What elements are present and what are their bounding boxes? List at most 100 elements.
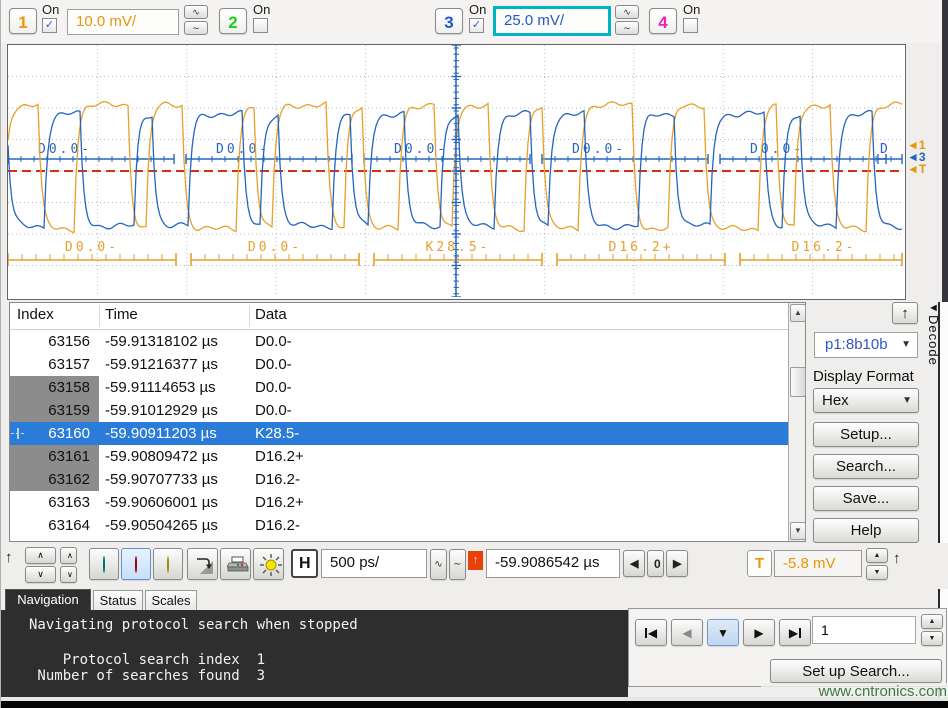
table-row[interactable]: 63161-59.90809472 µsD16.2+	[10, 445, 788, 468]
first-result-button[interactable]: ◀	[635, 619, 667, 646]
count-up-icon[interactable]: ▲	[921, 614, 943, 629]
help-button[interactable]: Help	[813, 518, 919, 543]
channel-3-on-label: On	[469, 2, 486, 17]
single-button[interactable]	[153, 548, 183, 580]
table-row[interactable]: 63159-59.91012929 µsD0.0-	[10, 399, 788, 422]
trigger-level-spinner[interactable]: ▲ ▼	[866, 548, 888, 580]
channel-1-scale-spinner[interactable]: ∿∼	[184, 5, 208, 37]
setup-search-button[interactable]: Set up Search...	[770, 659, 942, 683]
trigger-position-icon[interactable]: ↑	[468, 551, 483, 570]
scale-up-icon[interactable]: ∿	[184, 5, 208, 19]
table-scrollbar[interactable]: ▲ ▼	[788, 303, 805, 541]
adjust-down-icon[interactable]: ∨	[25, 566, 56, 583]
channel-3-scale-field[interactable]: 25.0 mV/	[493, 6, 611, 36]
channel-2-on-checkbox[interactable]	[253, 18, 268, 33]
scale-up-icon[interactable]: ∿	[615, 5, 639, 19]
run-button[interactable]	[89, 548, 119, 580]
channel-3-on-checkbox[interactable]: ✓	[469, 18, 484, 33]
last-result-button[interactable]: ▶	[779, 619, 811, 646]
coarse-adjust-spinner[interactable]: ∧ ∨	[25, 547, 56, 583]
table-cell: -59.90504265 µs	[105, 514, 218, 537]
zoom-out-time-icon[interactable]: ∼	[449, 549, 466, 580]
delay-right-button[interactable]: ▶	[666, 550, 688, 577]
table-row[interactable]: 63157-59.91216377 µsD0.0-	[10, 353, 788, 376]
adjust-up-icon[interactable]: ∧	[25, 547, 56, 564]
adjust-down-icon[interactable]: ∨	[60, 566, 77, 583]
fine-adjust-spinner[interactable]: ∧ ∨	[60, 547, 77, 583]
scale-down-icon[interactable]: ∼	[615, 21, 639, 35]
scale-down-icon[interactable]: ∼	[184, 21, 208, 35]
print-button[interactable]	[220, 548, 251, 580]
search-index-field[interactable]: 1	[812, 616, 916, 644]
svg-text:D: D	[880, 142, 891, 157]
level-down-icon[interactable]: ▼	[866, 565, 888, 580]
next-result-button[interactable]: ▶	[743, 619, 775, 646]
channel-1-button[interactable]: 1	[9, 8, 37, 34]
scrollbar-thumb[interactable]	[790, 367, 806, 397]
display-format-dropdown[interactable]: Hex▼	[813, 388, 919, 413]
channel-1-scale-field[interactable]: 10.0 mV/	[67, 9, 179, 35]
channel-3-button[interactable]: 3	[435, 8, 463, 34]
delay-zero-button[interactable]: 0	[647, 550, 664, 577]
setup-button[interactable]: Setup...	[813, 422, 919, 447]
save-button[interactable]: Save...	[813, 486, 919, 511]
zoom-in-time-icon[interactable]: ∿	[430, 549, 447, 580]
svg-text:K28.5-: K28.5-	[426, 240, 491, 255]
clear-display-button[interactable]	[253, 548, 284, 580]
stop-navigation-button[interactable]: ▼	[707, 619, 739, 646]
scroll-up-icon[interactable]: ▲	[790, 304, 806, 322]
table-row[interactable]: 63158-59.91114653 µsD0.0-	[10, 376, 788, 399]
table-cell: 63158	[10, 376, 99, 399]
tab-scales[interactable]: Scales	[145, 590, 197, 610]
search-button[interactable]: Search...	[813, 454, 919, 479]
table-cell: D0.0-	[255, 399, 292, 422]
table-header: Index Time Data	[10, 303, 788, 330]
tab-status[interactable]: Status	[93, 590, 143, 610]
waveform-display[interactable]: D0.0-D0.0-D0.0-D0.0-D0.0-DD0.0-D0.0-K28.…	[7, 44, 906, 300]
scroll-down-icon[interactable]: ▼	[790, 522, 806, 540]
table-row[interactable]: 63160-59.90911203 µsK28.5-	[10, 422, 788, 445]
status-line: Number of searches found 3	[29, 668, 265, 684]
level-up-icon[interactable]: ▲	[866, 548, 888, 563]
trigger-level-marker[interactable]: ◄T	[907, 164, 926, 175]
table-cell: -59.90809472 µs	[105, 445, 218, 468]
delay-left-button[interactable]: ◀	[623, 550, 645, 577]
column-header-data[interactable]: Data	[255, 306, 287, 323]
printer-icon	[227, 555, 249, 575]
channel-1-on-checkbox[interactable]: ✓	[42, 18, 57, 33]
channel-4-button[interactable]: 4	[649, 8, 677, 34]
table-row[interactable]: 63162-59.90707733 µsD16.2-	[10, 468, 788, 491]
decode-side-tab[interactable]: ◄ Decode	[920, 300, 947, 418]
timebase-field[interactable]: 500 ps/	[321, 549, 427, 578]
table-row[interactable]: 63156-59.91318102 µsD0.0-	[10, 330, 788, 353]
trigger-menu-button[interactable]: T	[747, 550, 772, 577]
stop-button[interactable]	[121, 548, 151, 580]
stop-circle-icon	[135, 556, 137, 573]
table-cell: D16.2-	[255, 514, 300, 537]
column-header-time[interactable]: Time	[105, 306, 138, 323]
tab-navigation[interactable]: Navigation	[5, 589, 91, 610]
count-down-icon[interactable]: ▼	[921, 631, 943, 646]
collapse-panel-button[interactable]: ↑	[892, 302, 918, 324]
search-index-spinner[interactable]: ▲ ▼	[921, 614, 943, 646]
table-row[interactable]: 63164-59.90504265 µsD16.2-	[10, 514, 788, 537]
horizontal-menu-button[interactable]: H	[291, 549, 318, 578]
decode-source-dropdown[interactable]: p1:8b10b▼	[814, 332, 918, 358]
channel-2-button[interactable]: 2	[219, 8, 247, 34]
channel-4-on-checkbox[interactable]	[683, 18, 698, 33]
table-cell: D0.0-	[255, 353, 292, 376]
autoscale-button[interactable]	[187, 548, 218, 580]
table-cell: -59.90606001 µs	[105, 491, 218, 514]
channel-3-scale-spinner[interactable]: ∿∼	[615, 5, 639, 37]
channel-4-on-label: On	[683, 2, 700, 17]
horizontal-toolbar: ↑ ∧ ∨ ∧ ∨	[1, 543, 948, 589]
skip-first-icon: ◀	[648, 626, 657, 640]
table-row[interactable]: 63163-59.90606001 µsD16.2+	[10, 491, 788, 514]
horizontal-delay-field[interactable]: -59.9086542 µs	[486, 549, 620, 578]
column-header-index[interactable]: Index	[17, 306, 54, 323]
trigger-level-field[interactable]: -5.8 mV	[774, 550, 862, 577]
table-cell: D0.0-	[255, 376, 292, 399]
adjust-up-icon[interactable]: ∧	[60, 547, 77, 564]
previous-result-button[interactable]: ◀	[671, 619, 703, 646]
status-line: Navigating protocol search when stopped	[29, 617, 358, 633]
